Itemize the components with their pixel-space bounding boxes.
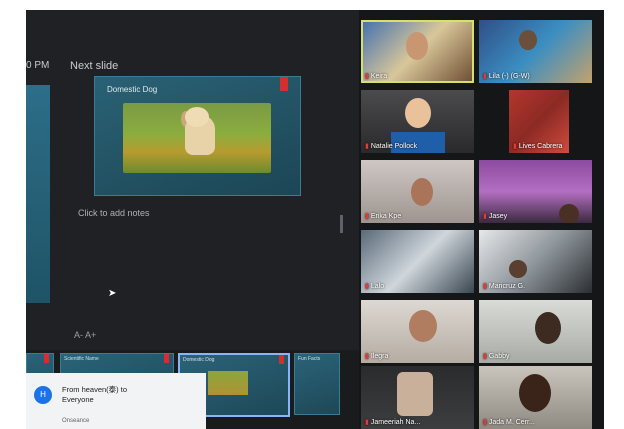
slide-bookmark-icon — [279, 355, 284, 364]
participant-face — [406, 32, 428, 60]
participant-name: ▮ Ilegra — [365, 353, 389, 360]
slide-bookmark-icon — [280, 77, 288, 91]
mic-muted-icon: ▮ — [483, 213, 487, 220]
participant-name: ▮ Lalo — [365, 283, 385, 290]
participant-face — [559, 204, 579, 223]
video-call-window: 0 PM Next slide Domestic Dog Click to ad… — [26, 10, 604, 429]
dog-photo — [123, 103, 271, 173]
participant-face — [519, 30, 537, 50]
mic-muted-icon: ▮ — [365, 283, 369, 290]
participant-tile[interactable]: ▮ Keira — [361, 20, 474, 83]
participant-name: ▮ Gabby — [483, 353, 510, 360]
participant-tile[interactable]: ▮ Erika Kpe — [361, 160, 474, 223]
chat-message: From heaven(泰) to Everyone — [62, 385, 128, 404]
participant-face — [411, 178, 433, 206]
filmstrip-thumb-title: Fun Facts — [298, 356, 321, 362]
participant-face — [397, 372, 433, 416]
mic-muted-icon: ▮ — [365, 143, 369, 150]
participant-tile[interactable]: ▮ Jameeriah Na... — [361, 366, 474, 429]
notes-scrollbar[interactable] — [340, 215, 343, 233]
filmstrip-thumb-title: Domestic Dog — [183, 357, 215, 363]
filmstrip-thumb-title: Scientific Name — [64, 356, 99, 362]
participant-tile[interactable]: ▮ Lalo — [361, 230, 474, 293]
mic-muted-icon: ▮ — [365, 213, 369, 220]
font-size-controls[interactable]: A- A+ — [74, 330, 96, 340]
participant-tile[interactable]: ▮ Ilegra — [361, 300, 474, 363]
slide-bookmark-icon — [164, 354, 169, 363]
participant-tile[interactable]: ▮ Natalie Pollock — [361, 90, 474, 153]
participant-face — [519, 374, 551, 412]
mic-muted-icon: ▮ — [483, 419, 487, 426]
participant-name: ▮ Lila (-) (G-W) — [483, 73, 530, 80]
next-slide-label: Next slide — [70, 60, 119, 72]
mic-muted-icon: ▮ — [483, 73, 487, 80]
mic-muted-icon: ▮ — [365, 353, 369, 360]
current-slide[interactable] — [26, 85, 50, 303]
mic-muted-icon: ▮ — [483, 353, 487, 360]
participant-face — [509, 260, 527, 278]
participant-name: ▮ Jasey — [483, 213, 508, 220]
participant-name: ▮ Keira — [365, 73, 388, 80]
next-slide-title: Domestic Dog — [107, 85, 158, 94]
filmstrip-thumb[interactable]: Fun Facts — [294, 353, 340, 415]
slide-timer: 0 PM — [26, 60, 50, 71]
avatar: H — [34, 386, 52, 404]
participant-name: ▮ Erika Kpe — [365, 213, 402, 220]
participant-face — [405, 98, 431, 128]
next-slide-preview[interactable]: Domestic Dog — [94, 76, 301, 196]
participant-tile[interactable]: ▮ Maricruz G. — [479, 230, 592, 293]
participant-tile[interactable]: ▮ Lives Cabrera — [509, 90, 569, 153]
chat-subtext: Onseance — [62, 418, 90, 424]
participant-face — [535, 312, 561, 344]
mic-muted-icon: ▮ — [365, 73, 369, 80]
chat-notification[interactable]: H From heaven(泰) to Everyone Onseance — [26, 373, 206, 429]
participant-tile[interactable]: ▮ Jada M. Cerr... — [479, 366, 592, 429]
participant-name: ▮ Lives Cabrera — [513, 143, 563, 150]
mic-muted-icon: ▮ — [483, 283, 487, 290]
participant-name: ▮ Maricruz G. — [483, 283, 526, 290]
slide-bookmark-icon — [44, 354, 49, 363]
dog-head — [185, 107, 209, 127]
participant-gallery: ▮ Keira ▮ Lila (-) (G-W) ▮ Natalie Pollock … — [359, 10, 604, 429]
participant-tile[interactable]: ▮ Gabby — [479, 300, 592, 363]
participant-name: ▮ Natalie Pollock — [365, 143, 418, 150]
participant-tile[interactable]: ▮ Jasey — [479, 160, 592, 223]
participant-face — [409, 310, 437, 342]
presenter-view: 0 PM Next slide Domestic Dog Click to ad… — [26, 10, 359, 429]
mic-muted-icon: ▮ — [365, 419, 369, 426]
speaker-notes[interactable]: Click to add notes — [78, 208, 150, 218]
thumb-dog-image — [208, 371, 248, 395]
participant-name: ▮ Jameeriah Na... — [365, 419, 421, 426]
mouse-pointer-icon: ➤ — [108, 288, 117, 299]
participant-name: ▮ Jada M. Cerr... — [483, 419, 535, 426]
participant-tile[interactable]: ▮ Lila (-) (G-W) — [479, 20, 592, 83]
mic-muted-icon: ▮ — [513, 143, 517, 150]
